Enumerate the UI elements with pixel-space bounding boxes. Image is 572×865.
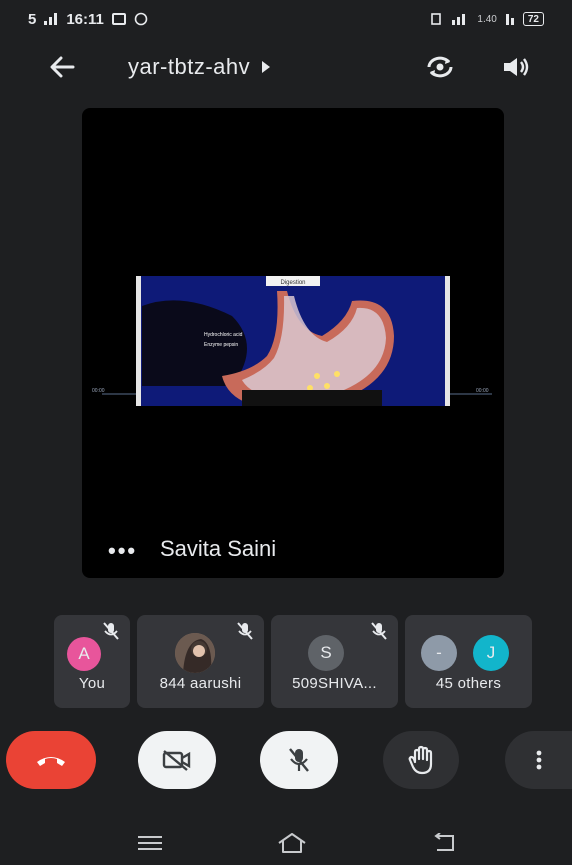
- status-time: 16:11: [66, 10, 104, 28]
- speed-value: 1.40: [477, 13, 497, 25]
- participant-name: 45 others: [435, 675, 502, 692]
- volte-icon: [452, 14, 466, 25]
- shared-edge-left: 00:00: [92, 388, 105, 394]
- more-vert-icon: [536, 750, 541, 770]
- home-icon: [278, 833, 306, 853]
- profile-photo: [175, 633, 215, 673]
- participant-name: You: [78, 675, 106, 692]
- shared-label-2: Enzyme pepsin: [204, 342, 238, 348]
- top-bar: yar-tbtz-ahv: [0, 40, 572, 94]
- raise-hand-button[interactable]: [383, 731, 459, 789]
- avatar-letter: S: [320, 643, 332, 662]
- presenter-name: Savita Saini: [160, 536, 277, 561]
- status-left: 5 16:11: [28, 11, 148, 28]
- mic-off-icon: [371, 622, 387, 640]
- participant-tile-shiva[interactable]: S 509SHIVA...: [271, 615, 398, 708]
- avatar: S: [308, 635, 344, 671]
- menu-icon: [138, 836, 162, 850]
- mic-off-icon: [237, 622, 253, 640]
- network-icon: [44, 13, 58, 25]
- participant-name: 509SHIVA...: [292, 675, 377, 692]
- avatar-letter: -: [436, 643, 442, 662]
- back-button[interactable]: [45, 52, 79, 82]
- end-call-button[interactable]: [6, 731, 96, 789]
- avatar-letter: J: [486, 643, 496, 662]
- shared-edge-right: 00:00: [476, 388, 489, 394]
- system-nav-bar: [0, 820, 572, 865]
- status-bar: 5 16:11 1.40 72: [0, 0, 572, 38]
- phone-hangup-icon: [37, 757, 65, 766]
- vibrate-icon: [431, 13, 442, 25]
- status-right: 1.40 72: [429, 12, 544, 26]
- main-video[interactable]: Digestion Hydrochloric acid Enzyme pepsi…: [82, 108, 504, 578]
- shared-screen-content: Digestion Hydrochloric acid Enzyme pepsi…: [92, 276, 492, 406]
- whatsapp-icon: [134, 12, 148, 26]
- avatar-photo: [175, 633, 215, 673]
- shared-label-1: Hydrochloric acid: [204, 332, 243, 338]
- battery-level: 72: [527, 13, 539, 25]
- participant-tile-aarushi[interactable]: 844 aarushi: [137, 615, 264, 708]
- gallery-icon: [111, 13, 126, 25]
- speaker-button[interactable]: [496, 50, 536, 84]
- avatar: -: [421, 635, 457, 671]
- participant-tile-you[interactable]: A You: [54, 615, 130, 708]
- signal-text: 5: [28, 10, 37, 28]
- flip-camera-icon: [427, 56, 453, 78]
- video-off-icon: [162, 750, 191, 771]
- shared-badge-text: Digestion: [280, 280, 305, 286]
- wifi-icon: [505, 14, 514, 25]
- mic-off-icon: [289, 748, 309, 772]
- switch-camera-button[interactable]: [420, 50, 460, 84]
- mic-off-icon: [103, 622, 119, 640]
- participant-name: 844 aarushi: [159, 675, 242, 692]
- raise-hand-icon: [408, 745, 433, 775]
- arrow-back-icon: [50, 56, 75, 78]
- mic-toggle-button[interactable]: [260, 731, 338, 789]
- expand-arrow-icon: [262, 61, 271, 73]
- participant-tile-others[interactable]: - J 45 others: [405, 615, 532, 708]
- avatar: A: [67, 637, 101, 671]
- volume-icon: [504, 58, 529, 76]
- nav-home-button[interactable]: [272, 828, 312, 858]
- presenter-options-button[interactable]: •••: [108, 538, 137, 564]
- nav-back-button[interactable]: [424, 828, 464, 858]
- more-options-button[interactable]: [505, 731, 572, 789]
- camera-toggle-button[interactable]: [138, 731, 216, 789]
- avatar-letter: A: [78, 644, 90, 663]
- meeting-code: yar-tbtz-ahv: [128, 54, 251, 79]
- avatar-secondary: J: [473, 635, 509, 671]
- battery-indicator: 72: [522, 12, 544, 26]
- back-icon: [434, 833, 454, 851]
- meeting-title[interactable]: yar-tbtz-ahv: [128, 54, 271, 80]
- nav-menu-button[interactable]: [130, 828, 170, 858]
